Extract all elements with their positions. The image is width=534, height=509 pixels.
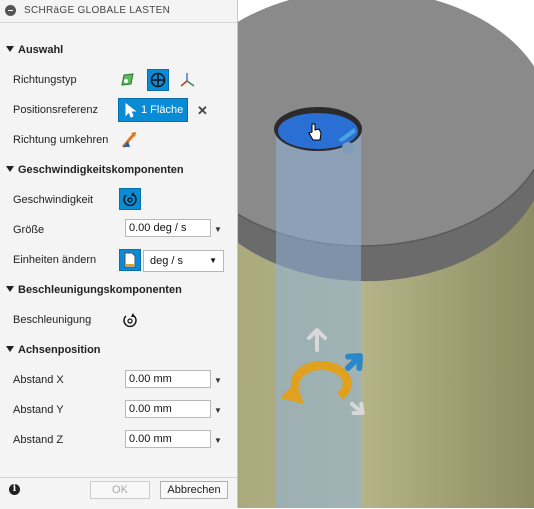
- dialog-panel: SCHRäGE GLOBALE LASTEN Auswahl Richtungs…: [0, 0, 238, 509]
- ok-button[interactable]: OK: [90, 481, 150, 499]
- dialog-titlebar: SCHRäGE GLOBALE LASTEN: [0, 0, 237, 23]
- axis-beam: [276, 132, 361, 508]
- label-abstand-z: Abstand Z: [13, 434, 64, 446]
- section-auswahl[interactable]: Auswahl: [6, 44, 63, 56]
- expand-triangle-icon: [6, 346, 14, 352]
- cursor-arrow-icon: [125, 103, 137, 118]
- einheiten-dropdown-arrow-icon: ▼: [209, 256, 217, 265]
- section-beschleunigung[interactable]: Beschleunigungskomponenten: [6, 284, 182, 296]
- face-selection-button[interactable]: 1 Fläche: [118, 98, 188, 122]
- abstand-z-input[interactable]: 0.00 mm: [125, 430, 211, 448]
- label-groesse: Größe: [13, 224, 45, 236]
- label-geschwindigkeit: Geschwindigkeit: [13, 194, 94, 206]
- flip-direction-icon[interactable]: [119, 129, 141, 151]
- einheiten-select[interactable]: deg / s ▼: [143, 250, 224, 272]
- clear-selection-icon[interactable]: ✕: [197, 103, 208, 119]
- label-beschleunigung: Beschleunigung: [13, 314, 92, 326]
- abstand-x-input[interactable]: 0.00 mm: [125, 370, 211, 388]
- section-achsenposition[interactable]: Achsenposition: [6, 344, 101, 356]
- triad-direction-icon[interactable]: [177, 69, 199, 91]
- abstand-y-input[interactable]: 0.00 mm: [125, 400, 211, 418]
- expand-triangle-icon: [6, 46, 14, 52]
- groesse-dropdown-arrow-icon[interactable]: ▼: [214, 225, 222, 234]
- collapse-icon[interactable]: [5, 5, 16, 16]
- abstand-x-dropdown-arrow-icon[interactable]: ▼: [214, 376, 222, 385]
- selection-count: 1 Fläche: [141, 104, 184, 116]
- abstand-y-dropdown-arrow-icon[interactable]: ▼: [214, 406, 222, 415]
- cancel-button[interactable]: Abbrechen: [160, 481, 228, 499]
- dialog-title: SCHRäGE GLOBALE LASTEN: [24, 5, 171, 16]
- abstand-z-dropdown-arrow-icon[interactable]: ▼: [214, 436, 222, 445]
- expand-triangle-icon: [6, 286, 14, 292]
- label-positionsreferenz: Positionsreferenz: [13, 104, 98, 116]
- units-document-icon[interactable]: [119, 249, 141, 271]
- label-einheiten-aendern: Einheiten ändern: [13, 254, 97, 266]
- info-icon[interactable]: i: [9, 484, 20, 495]
- plane-direction-icon[interactable]: [117, 69, 139, 91]
- label-richtung-umkehren: Richtung umkehren: [13, 134, 109, 146]
- groesse-input[interactable]: 0.00 deg / s: [125, 219, 211, 237]
- label-abstand-y: Abstand Y: [13, 404, 64, 416]
- acceleration-toggle-icon[interactable]: [119, 309, 141, 331]
- velocity-toggle-icon[interactable]: [119, 188, 141, 210]
- section-geschwindigkeit[interactable]: Geschwindigkeitskomponenten: [6, 164, 184, 176]
- expand-triangle-icon: [6, 166, 14, 172]
- label-richtungstyp: Richtungstyp: [13, 74, 77, 86]
- label-abstand-x: Abstand X: [13, 374, 64, 386]
- axis-direction-icon[interactable]: [147, 69, 169, 91]
